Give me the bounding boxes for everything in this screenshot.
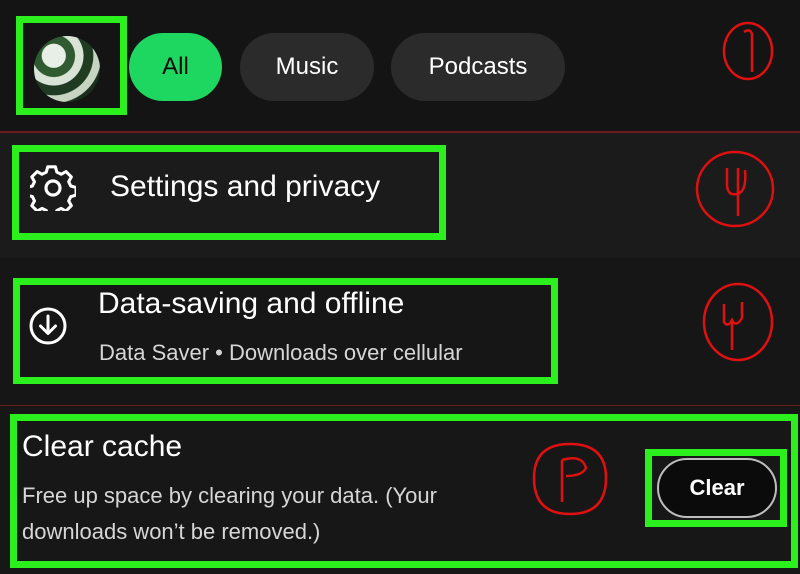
avatar-highlight-box	[16, 16, 127, 115]
data-saving-title: Data-saving and offline	[98, 287, 405, 320]
chip-music[interactable]: Music	[240, 33, 374, 101]
clear-cache-title: Clear cache	[22, 430, 183, 463]
annotation-4	[695, 150, 775, 228]
chip-all[interactable]: All	[129, 33, 222, 101]
chip-podcasts[interactable]: Podcasts	[391, 33, 565, 101]
data-saving-subtitle: Data Saver • Downloads over cellular	[99, 340, 463, 365]
clear-cache-description-line2: downloads won’t be removed.)	[22, 519, 321, 544]
clear-cache-description-line1: Free up space by clearing your data. (Yo…	[22, 483, 437, 508]
download-circle-icon	[29, 307, 67, 345]
settings-title: Settings and privacy	[110, 170, 381, 203]
clear-button[interactable]: Clear	[657, 458, 777, 518]
annotation-2	[532, 442, 608, 516]
annotation-3	[702, 282, 774, 362]
annotation-1	[722, 21, 774, 81]
gear-icon	[30, 165, 76, 211]
